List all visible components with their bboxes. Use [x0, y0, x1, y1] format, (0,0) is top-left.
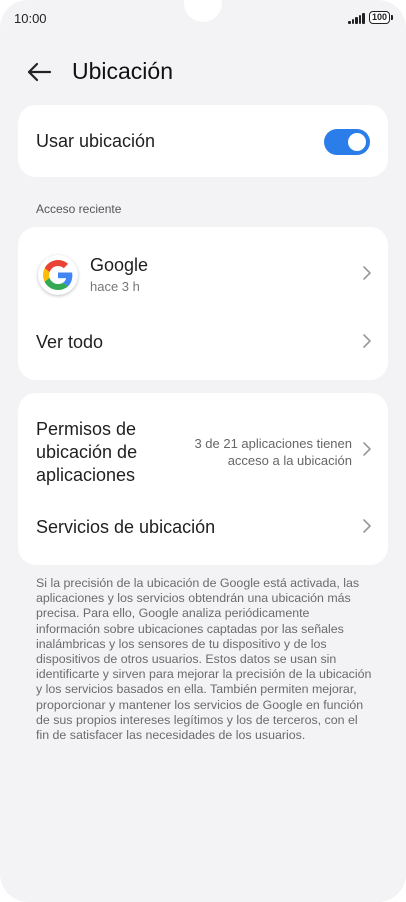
location-services-item[interactable]: Servicios de ubicación — [18, 501, 388, 563]
location-accuracy-info: Si la precisión de la ubicación de Googl… — [36, 576, 372, 743]
location-services-label: Servicios de ubicación — [36, 517, 216, 537]
chevron-right-icon — [363, 266, 371, 280]
recent-access-label: Acceso reciente — [36, 202, 122, 216]
use-location-label: Usar ubicación — [36, 131, 156, 151]
status-bar: 10:00 100 — [0, 0, 406, 36]
chevron-right-icon — [363, 519, 371, 533]
screen: 10:00 100 Ubicación Usar ubicación Acces… — [0, 0, 406, 902]
app-location-permissions-value: 3 de 21 aplicaciones tienen acceso a la … — [194, 436, 352, 468]
app-last-access: hace 3 h — [90, 279, 140, 294]
see-all-item[interactable]: Ver todo — [18, 319, 388, 379]
app-location-permissions-item[interactable]: Permisos de ubicación de aplicaciones 3 … — [18, 393, 388, 501]
page-header: Ubicación — [0, 50, 406, 94]
app-name: Google — [90, 255, 149, 275]
recent-access-card: Google hace 3 h Ver todo — [18, 227, 388, 380]
chevron-right-icon — [363, 442, 371, 456]
back-arrow-icon[interactable] — [26, 60, 52, 84]
recent-app-item-google[interactable]: Google hace 3 h — [18, 227, 388, 319]
toggle-knob — [348, 133, 366, 151]
chevron-right-icon — [363, 334, 371, 348]
see-all-label: Ver todo — [36, 332, 104, 352]
status-icons: 100 — [348, 11, 394, 24]
camera-notch — [184, 0, 222, 22]
google-icon — [38, 255, 78, 295]
signal-icon — [348, 13, 365, 24]
app-location-permissions-label: Permisos de ubicación de aplicaciones — [36, 419, 138, 485]
use-location-toggle[interactable] — [324, 129, 370, 155]
battery-icon: 100 — [368, 11, 394, 24]
status-time: 10:00 — [14, 11, 47, 26]
permissions-card: Permisos de ubicación de aplicaciones 3 … — [18, 393, 388, 565]
use-location-card[interactable]: Usar ubicación — [18, 105, 388, 177]
page-title: Ubicación — [72, 58, 173, 84]
